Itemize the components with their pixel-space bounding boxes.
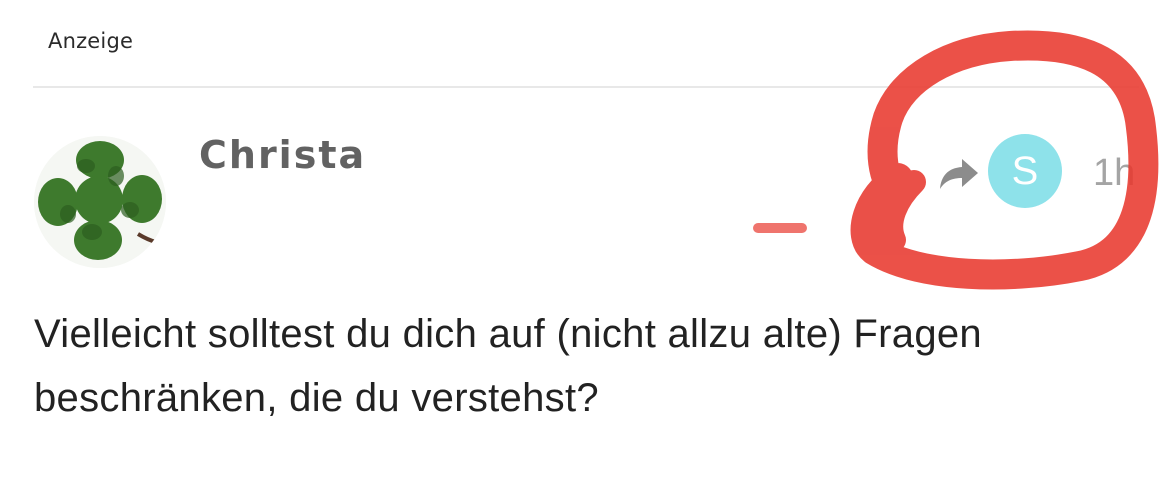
four-leaf-clover-icon <box>34 136 166 268</box>
divider <box>33 86 1139 88</box>
comment-author[interactable]: Christa <box>199 133 366 177</box>
user-badge[interactable]: S <box>988 134 1062 208</box>
share-icon[interactable] <box>936 153 982 193</box>
timestamp: 1h <box>1093 152 1136 194</box>
comment-text: Vielleicht solltest du dich auf (nicht a… <box>34 312 982 420</box>
ad-label: Anzeige <box>48 29 134 53</box>
avatar[interactable] <box>34 136 166 268</box>
